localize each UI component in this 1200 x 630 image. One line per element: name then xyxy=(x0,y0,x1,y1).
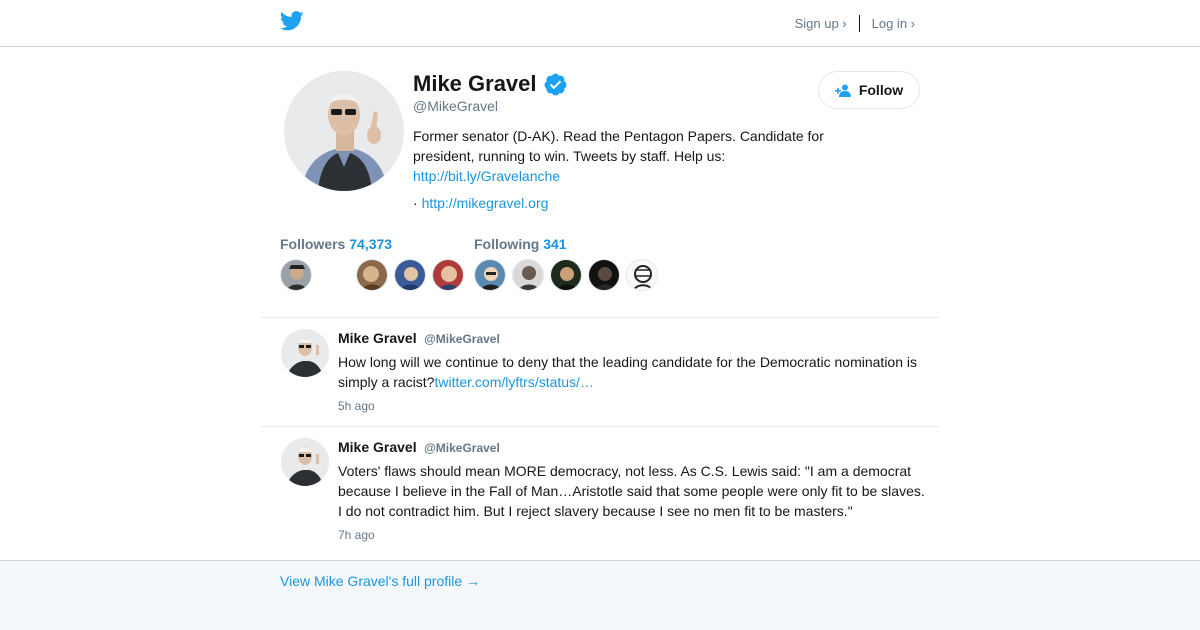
tweet-author-handle[interactable]: @MikeGravel xyxy=(424,332,500,346)
profile-website-row: · http://mikegravel.org xyxy=(413,195,548,211)
following-label: Following xyxy=(474,236,540,252)
following-avatars xyxy=(474,259,664,291)
tweet-avatar[interactable] xyxy=(281,438,329,486)
footer-bar: View Mike Gravel's full profile → xyxy=(0,560,1200,630)
profile-photo xyxy=(284,71,404,191)
bio-link[interactable]: http://bit.ly/Gravelanche xyxy=(413,168,560,184)
twitter-bird-icon[interactable] xyxy=(280,11,304,31)
follower-avatar[interactable] xyxy=(394,259,426,291)
profile-name[interactable]: Mike Gravel xyxy=(413,71,537,97)
tweet-timestamp[interactable]: 7h ago xyxy=(338,528,375,542)
nav-divider xyxy=(858,15,860,32)
following-avatar[interactable] xyxy=(588,259,620,291)
follower-avatar[interactable] xyxy=(280,259,312,291)
tweet-link[interactable]: twitter.com/lyftrs/status/… xyxy=(434,374,593,390)
login-link[interactable]: Log in › xyxy=(872,16,915,31)
full-profile-link[interactable]: View Mike Gravel's full profile → xyxy=(280,573,480,589)
tweet-author-name[interactable]: Mike Gravel xyxy=(338,330,417,346)
following-avatar[interactable] xyxy=(550,259,582,291)
profile-avatar[interactable] xyxy=(284,71,404,191)
follow-label: Follow xyxy=(858,82,904,98)
tweet-body: How long will we continue to deny that t… xyxy=(338,354,917,390)
profile-bio: Former senator (D-AK). Read the Pentagon… xyxy=(413,126,843,186)
tweet-item[interactable]: Mike Gravel @MikeGravel How long will we… xyxy=(260,317,940,427)
name-row: Mike Gravel xyxy=(413,71,568,97)
follower-avatar[interactable] xyxy=(432,259,464,291)
tweet-header: Mike Gravel @MikeGravel xyxy=(338,330,500,348)
tweet-header: Mike Gravel @MikeGravel xyxy=(338,439,500,457)
website-prefix: · xyxy=(413,195,418,211)
following-avatar[interactable] xyxy=(626,259,658,291)
tweet-avatar[interactable] xyxy=(281,329,329,377)
add-user-icon xyxy=(834,84,851,97)
bio-text: Former senator (D-AK). Read the Pentagon… xyxy=(413,128,824,164)
following-avatar[interactable] xyxy=(512,259,544,291)
followers-stat[interactable]: Followers 74,373 xyxy=(280,236,392,252)
follow-button[interactable]: Follow xyxy=(818,71,920,109)
profile-handle: @MikeGravel xyxy=(413,98,499,114)
top-nav: Sign up › Log in › xyxy=(795,15,915,32)
tweet-text: How long will we continue to deny that t… xyxy=(338,352,928,392)
following-avatar[interactable] xyxy=(474,259,506,291)
tweet-timestamp[interactable]: 5h ago xyxy=(338,399,375,413)
followers-avatars xyxy=(280,259,470,291)
verified-badge-icon xyxy=(544,73,566,95)
follower-avatar[interactable] xyxy=(356,259,388,291)
followers-label: Followers xyxy=(280,236,346,252)
website-link[interactable]: http://mikegravel.org xyxy=(422,195,549,211)
signup-link[interactable]: Sign up › xyxy=(795,16,847,31)
following-count: 341 xyxy=(543,236,567,252)
tweet-item[interactable]: Mike Gravel @MikeGravel Voters' flaws sh… xyxy=(260,426,940,560)
tweet-text: Voters' flaws should mean MORE democracy… xyxy=(338,463,925,519)
tweet-author-handle[interactable]: @MikeGravel xyxy=(424,441,500,455)
following-stat[interactable]: Following 341 xyxy=(474,236,567,252)
top-bar: Sign up › Log in › xyxy=(0,0,1200,47)
followers-count: 74,373 xyxy=(349,236,393,252)
tweet-author-name[interactable]: Mike Gravel xyxy=(338,439,417,455)
